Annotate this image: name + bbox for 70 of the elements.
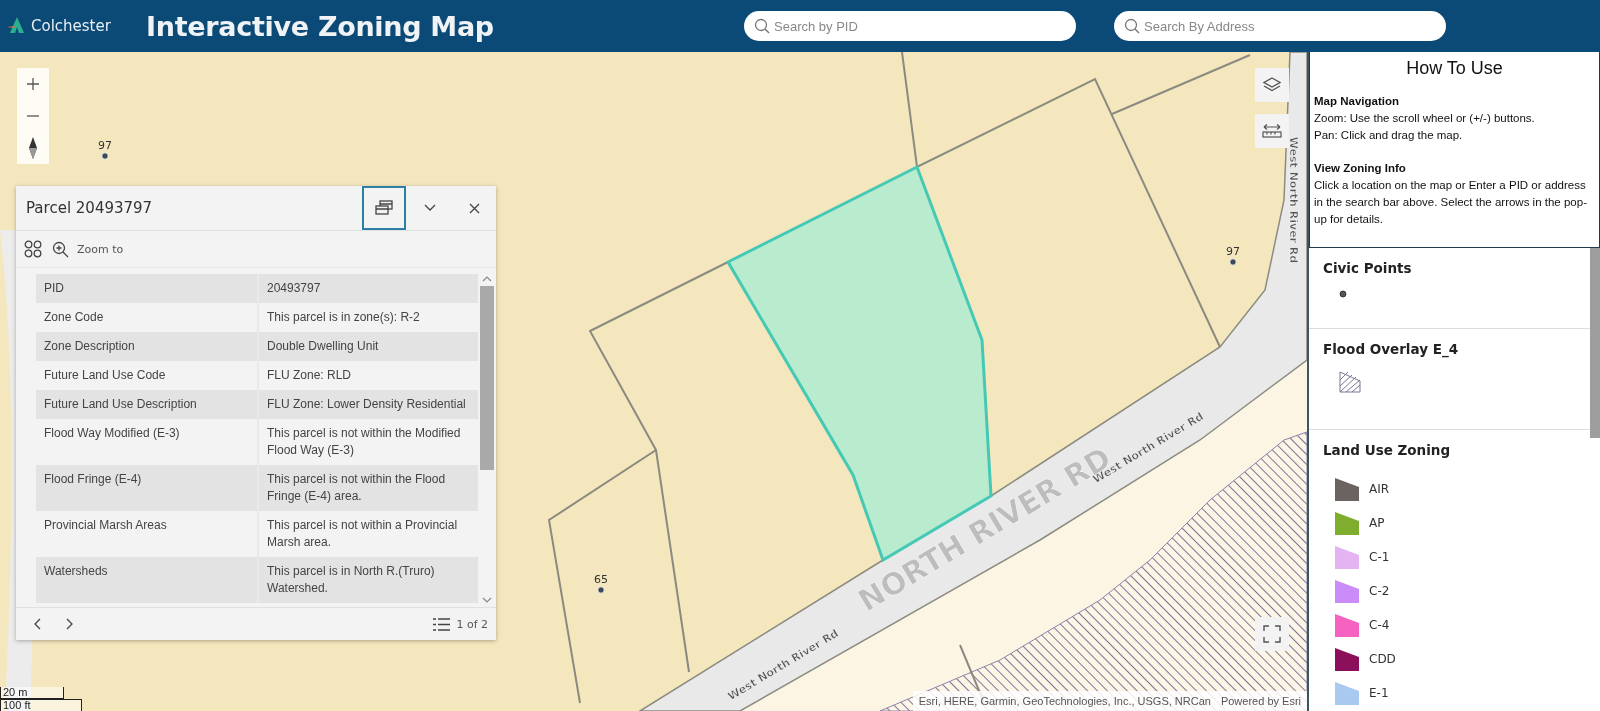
address-number: 97 — [1226, 245, 1240, 258]
search-field[interactable]: Search By Address — [1114, 11, 1446, 41]
page-indicator: 1 of 2 — [456, 617, 488, 631]
search-field[interactable]: Search by PID — [744, 11, 1076, 41]
powered-by-link[interactable]: Powered by Esri — [1220, 695, 1301, 707]
scale-label: 20 m — [0, 687, 64, 699]
hatch-symbol-icon — [1339, 371, 1361, 393]
civic-point-icon — [101, 152, 109, 160]
dock-button[interactable] — [362, 186, 406, 230]
legend-title: Land Use Zoning — [1323, 442, 1452, 458]
options-button[interactable] — [24, 240, 42, 258]
measure-icon — [1262, 123, 1282, 139]
zone-label: AP — [1369, 516, 1385, 530]
chevron-down-icon — [424, 204, 436, 212]
list-icon[interactable] — [433, 616, 451, 632]
civic-point-icon — [597, 586, 605, 594]
zoom-in-icon — [52, 240, 69, 258]
scroll-up-icon — [482, 276, 492, 282]
close-icon — [468, 202, 480, 214]
scroll-down-icon — [482, 597, 492, 603]
zone-label: C-1 — [1369, 550, 1390, 564]
road-label: West North River Rd — [1287, 136, 1300, 264]
field-name-cell: Zone Description — [36, 332, 257, 361]
help-text: Click a location on the map or Enter a PID or address in the search bar above. Select the arrows in the pop-up for details. — [1314, 178, 1588, 227]
chevron-left-icon — [33, 618, 41, 630]
scale-label: 100 ft — [0, 699, 82, 711]
field-name-cell: Watersheds — [36, 557, 257, 603]
field-name-cell: Flood Fringe (E-4) — [36, 465, 257, 511]
help-heading: View Zoning Info — [1314, 161, 1407, 176]
compass-button[interactable] — [17, 132, 49, 164]
field-value-cell: FLU Zone: Lower Density Residential — [257, 390, 478, 419]
scrollbar-thumb[interactable] — [1590, 248, 1600, 438]
civic-point-icon — [1229, 258, 1237, 266]
compass-icon — [28, 137, 38, 159]
field-value-cell: Double Dwelling Unit — [257, 332, 478, 361]
address-number: 65 — [594, 573, 608, 586]
zone-label: AIR — [1369, 482, 1390, 496]
zoom-in-button[interactable] — [17, 68, 49, 100]
field-value-cell: This parcel is in North R.(Truro) Watershed. — [257, 557, 478, 603]
zone-label: C-2 — [1369, 584, 1390, 598]
field-value-cell: 20493797 — [257, 274, 478, 303]
measure-button[interactable] — [1255, 114, 1289, 148]
fullscreen-button[interactable] — [1255, 617, 1289, 651]
zone-label: C-4 — [1369, 618, 1390, 632]
field-value-cell: This parcel is not within the Flood Fringe (E-4) area. — [257, 465, 478, 511]
logo-text: Colchester — [31, 17, 111, 35]
zone-label: E-1 — [1369, 686, 1389, 700]
layers-button[interactable] — [1255, 68, 1289, 102]
app-title: Interactive Zoning Map — [146, 10, 494, 42]
chevron-right-icon — [65, 618, 73, 630]
legend-title: Flood Overlay E_4 — [1323, 341, 1460, 357]
help-text: Pan: Click and drag the map. — [1314, 128, 1464, 143]
help-text: Zoom: Use the scroll wheel or (+/-) buttons. — [1314, 111, 1536, 126]
popup-title: Parcel 20493797 — [26, 199, 154, 217]
attribution-text: Esri, HERE, Garmin, GeoTechnologies, Inc., USGS, NRCan — [918, 695, 1211, 707]
help-heading: Map Navigation — [1314, 94, 1400, 109]
layers-icon — [1263, 76, 1281, 94]
help-title: How To Use — [1405, 58, 1504, 79]
field-name-cell: PID — [36, 274, 257, 303]
address-number: 97 — [98, 139, 112, 152]
grid-icon — [24, 240, 42, 258]
fullscreen-icon — [1263, 625, 1281, 643]
zone-label: CDD — [1369, 652, 1396, 666]
legend-title: Civic Points — [1323, 260, 1413, 276]
dock-icon — [375, 200, 393, 216]
field-name-cell: Future Land Use Description — [36, 390, 257, 419]
plus-icon — [27, 78, 39, 90]
point-symbol-icon — [1339, 290, 1347, 298]
scrollbar-thumb[interactable] — [480, 286, 494, 471]
zoom-to-button[interactable]: Zoom to — [52, 240, 124, 258]
